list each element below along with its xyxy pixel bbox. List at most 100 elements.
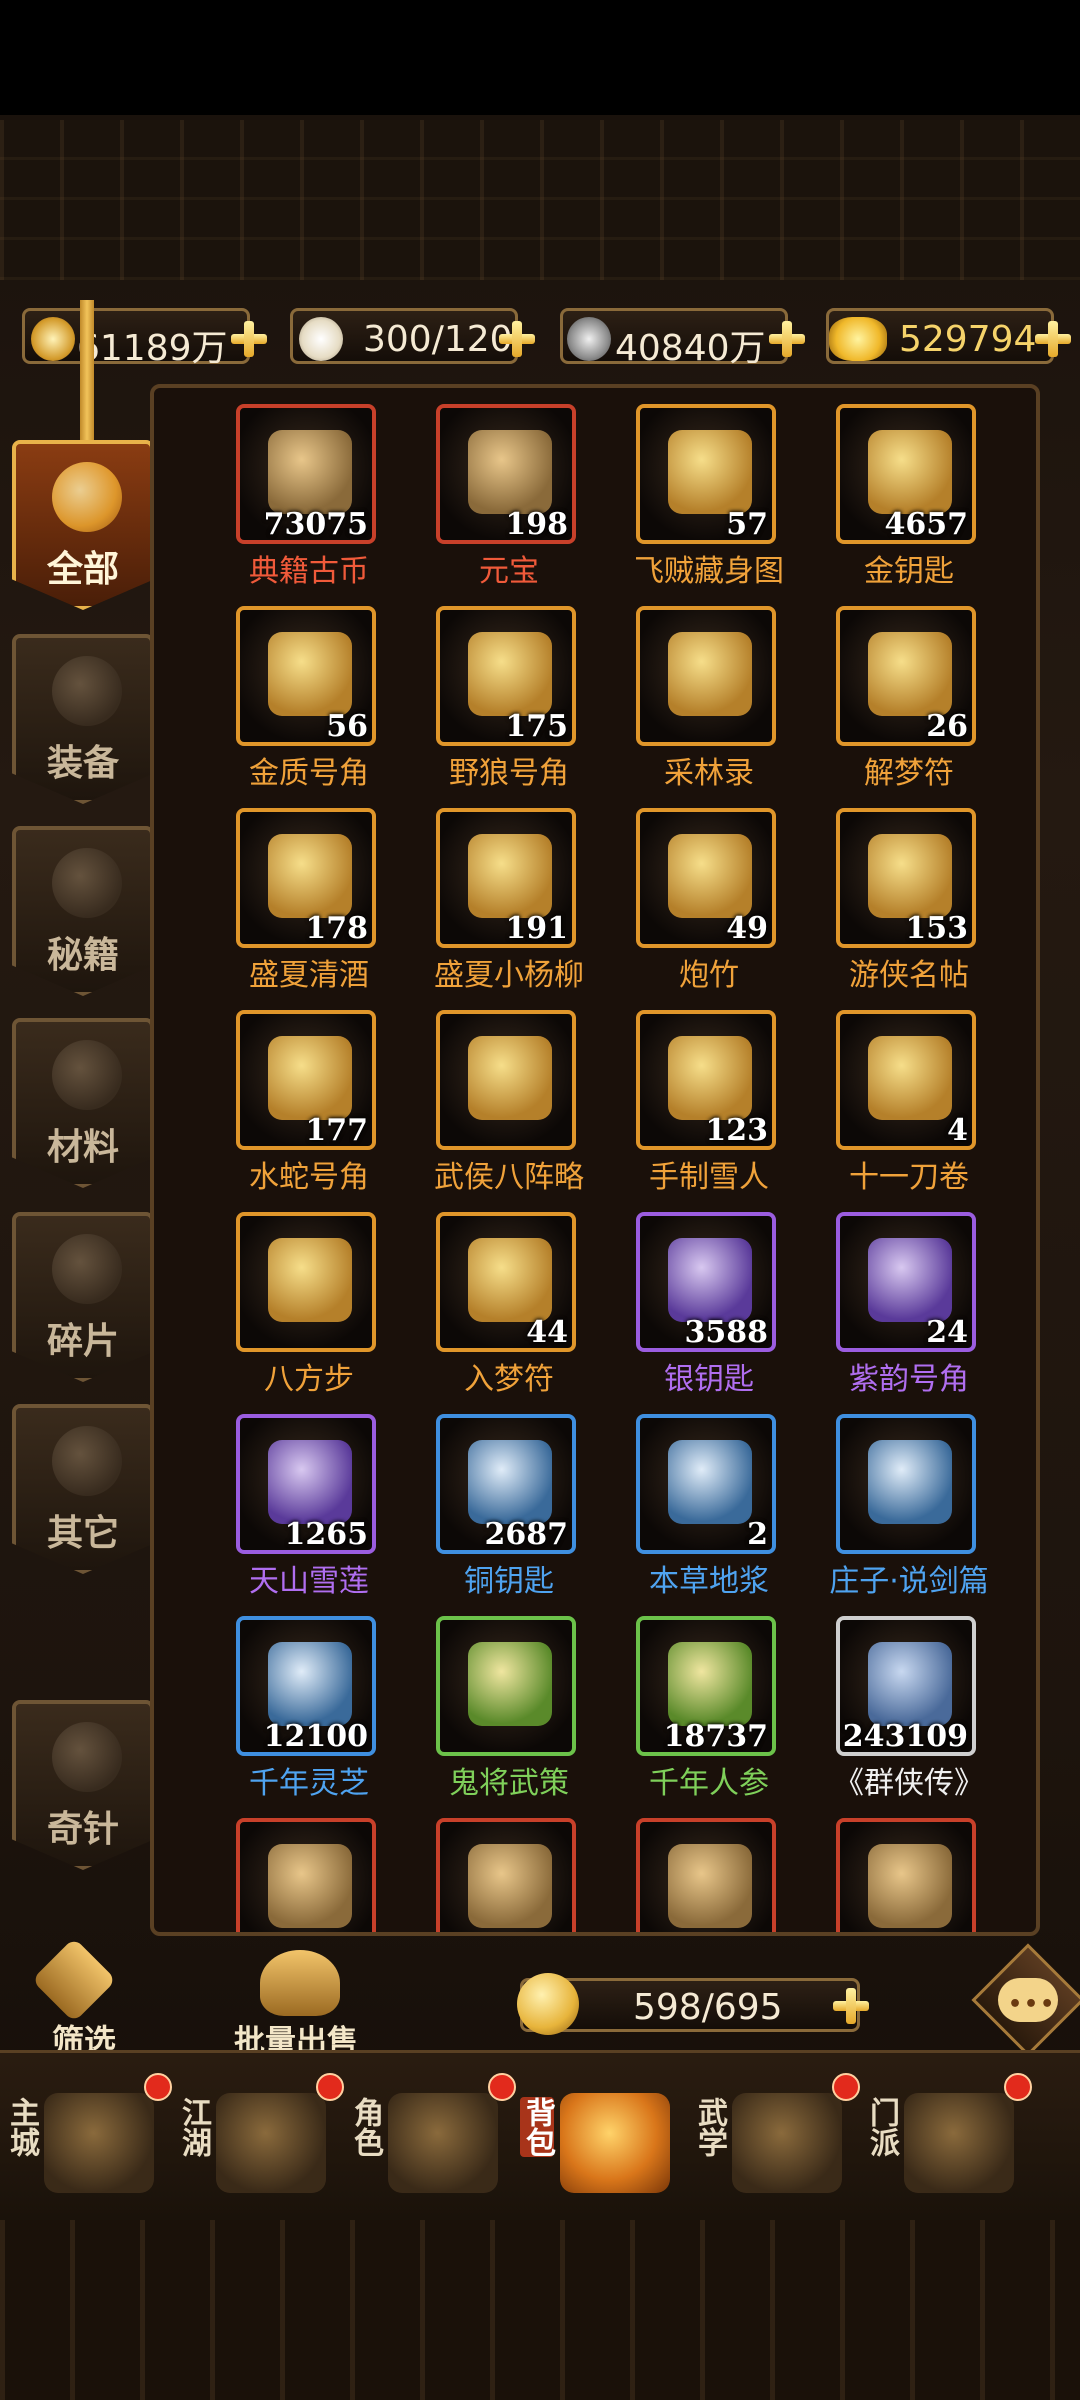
inventory-item[interactable]: 243109 《群侠传》 — [824, 1616, 994, 1812]
inventory-item[interactable]: 采林录 — [624, 606, 794, 802]
nav-label: 背包 — [520, 2097, 555, 2157]
item-slot[interactable] — [436, 1616, 576, 1756]
nav-icon — [560, 2093, 670, 2193]
item-slot[interactable]: 4 — [836, 1010, 976, 1150]
inventory-item[interactable]: 4 十一刀卷 — [824, 1010, 994, 1206]
item-slot[interactable]: 123 — [636, 1010, 776, 1150]
inventory-item[interactable]: 57 飞贼藏身图 — [624, 404, 794, 600]
item-slot[interactable]: 2 — [636, 1414, 776, 1554]
inventory-item[interactable]: 4657 金钥匙 — [824, 404, 994, 600]
inventory-item[interactable]: 12100 千年灵芝 — [224, 1616, 394, 1812]
inventory-item[interactable] — [224, 1818, 394, 1932]
inventory-item[interactable] — [824, 1818, 994, 1932]
nav-martial[interactable]: 武学 — [692, 2073, 864, 2213]
inventory-item[interactable]: 177 水蛇号角 — [224, 1010, 394, 1206]
item-slot[interactable]: 24 — [836, 1212, 976, 1352]
bun-icon — [299, 317, 343, 361]
inventory-item[interactable]: 1265 天山雪莲 — [224, 1414, 394, 1610]
inventory-item[interactable]: 24 紫韵号角 — [824, 1212, 994, 1408]
item-count: 24 — [926, 1315, 968, 1350]
item-slot[interactable] — [436, 1010, 576, 1150]
item-slot[interactable]: 198 — [436, 404, 576, 544]
item-icon — [268, 430, 352, 514]
item-slot[interactable]: 49 — [636, 808, 776, 948]
item-slot[interactable]: 4657 — [836, 404, 976, 544]
item-slot[interactable] — [636, 1818, 776, 1932]
item-slot[interactable]: 153 — [836, 808, 976, 948]
item-icon — [668, 1642, 752, 1726]
inventory-item[interactable]: 八方步 — [224, 1212, 394, 1408]
item-slot[interactable]: 12100 — [236, 1616, 376, 1756]
item-name: 水蛇号角 — [249, 1160, 369, 1195]
inventory-item[interactable]: 56 金质号角 — [224, 606, 394, 802]
item-name: 手制雪人 — [649, 1160, 769, 1195]
plus-icon[interactable] — [231, 321, 267, 357]
inventory-item[interactable]: 123 手制雪人 — [624, 1010, 794, 1206]
item-slot[interactable]: 178 — [236, 808, 376, 948]
item-slot[interactable]: 57 — [636, 404, 776, 544]
plus-icon[interactable] — [769, 321, 805, 357]
item-slot[interactable]: 56 — [236, 606, 376, 746]
item-slot[interactable] — [236, 1818, 376, 1932]
tab-equipment[interactable]: 装备 — [12, 634, 154, 804]
inventory-item[interactable]: 2 本草地浆 — [624, 1414, 794, 1610]
inventory-item[interactable]: 2687 铜钥匙 — [424, 1414, 594, 1610]
nav-character[interactable]: 角色 — [348, 2073, 520, 2213]
inventory-item[interactable] — [624, 1818, 794, 1932]
tab-manuals[interactable]: 秘籍 — [12, 826, 154, 996]
inventory-item[interactable]: 191 盛夏小杨柳 — [424, 808, 594, 1004]
tab-all[interactable]: 全部 — [12, 440, 154, 610]
inventory-item[interactable]: 198 元宝 — [424, 404, 594, 600]
gold-ingot-icon — [829, 317, 887, 361]
inventory-item[interactable]: 鬼将武策 — [424, 1616, 594, 1812]
item-slot[interactable] — [836, 1414, 976, 1554]
item-slot[interactable]: 3588 — [636, 1212, 776, 1352]
plus-icon[interactable] — [499, 321, 535, 357]
item-slot[interactable]: 73075 — [236, 404, 376, 544]
inventory-item[interactable]: 153 游侠名帖 — [824, 808, 994, 1004]
inventory-panel[interactable]: 73075 典籍古币 198 元宝 57 飞贼藏身图 4657 金钥匙 56 金质号角 175 野狼号… — [150, 384, 1040, 1936]
item-slot[interactable]: 177 — [236, 1010, 376, 1150]
nav-main-city[interactable]: 主城 — [4, 2073, 176, 2213]
ore-icon — [52, 1040, 122, 1110]
inventory-item[interactable]: 3588 银钥匙 — [624, 1212, 794, 1408]
item-slot[interactable]: 2687 — [436, 1414, 576, 1554]
tab-fragments[interactable]: 碎片 — [12, 1212, 154, 1382]
capacity-value: 598/695 — [633, 1987, 783, 2028]
item-slot[interactable] — [836, 1818, 976, 1932]
inventory-item[interactable]: 178 盛夏清酒 — [224, 808, 394, 1004]
inventory-item[interactable]: 175 野狼号角 — [424, 606, 594, 802]
inventory-item[interactable]: 44 入梦符 — [424, 1212, 594, 1408]
item-slot[interactable] — [436, 1818, 576, 1932]
nav-bag[interactable]: 背包 — [520, 2073, 692, 2213]
item-slot[interactable]: 26 — [836, 606, 976, 746]
tab-others[interactable]: 其它 — [12, 1404, 154, 1574]
inventory-item[interactable]: 26 解梦符 — [824, 606, 994, 802]
plus-icon[interactable] — [1035, 321, 1071, 357]
nav-label: 江湖 — [176, 2097, 211, 2157]
inventory-item[interactable] — [424, 1818, 594, 1932]
item-slot[interactable]: 191 — [436, 808, 576, 948]
inventory-item[interactable]: 49 炮竹 — [624, 808, 794, 1004]
item-count: 1265 — [284, 1517, 369, 1552]
tab-needles[interactable]: 奇针 — [12, 1700, 154, 1870]
item-slot[interactable] — [236, 1212, 376, 1352]
inventory-item[interactable]: 18737 千年人参 — [624, 1616, 794, 1812]
item-slot[interactable]: 243109 — [836, 1616, 976, 1756]
tab-label: 奇针 — [46, 1808, 119, 1850]
item-slot[interactable] — [636, 606, 776, 746]
tab-materials[interactable]: 材料 — [12, 1018, 154, 1188]
plus-icon[interactable] — [833, 1988, 869, 2024]
inventory-item[interactable]: 武侯八阵略 — [424, 1010, 594, 1206]
inventory-item[interactable]: 庄子·说剑篇 — [824, 1414, 994, 1610]
item-slot[interactable]: 1265 — [236, 1414, 376, 1554]
item-slot[interactable]: 18737 — [636, 1616, 776, 1756]
nav-jianghu[interactable]: 江湖 — [176, 2073, 348, 2213]
item-slot[interactable]: 44 — [436, 1212, 576, 1352]
tab-label: 碎片 — [46, 1320, 119, 1362]
inventory-item[interactable]: 73075 典籍古币 — [224, 404, 394, 600]
filter-button[interactable]: 筛选 — [14, 1937, 154, 2060]
item-slot[interactable]: 175 — [436, 606, 576, 746]
bulk-sell-button[interactable]: 批量出售 — [226, 1950, 366, 2060]
nav-sect[interactable]: 门派 — [864, 2073, 1036, 2213]
